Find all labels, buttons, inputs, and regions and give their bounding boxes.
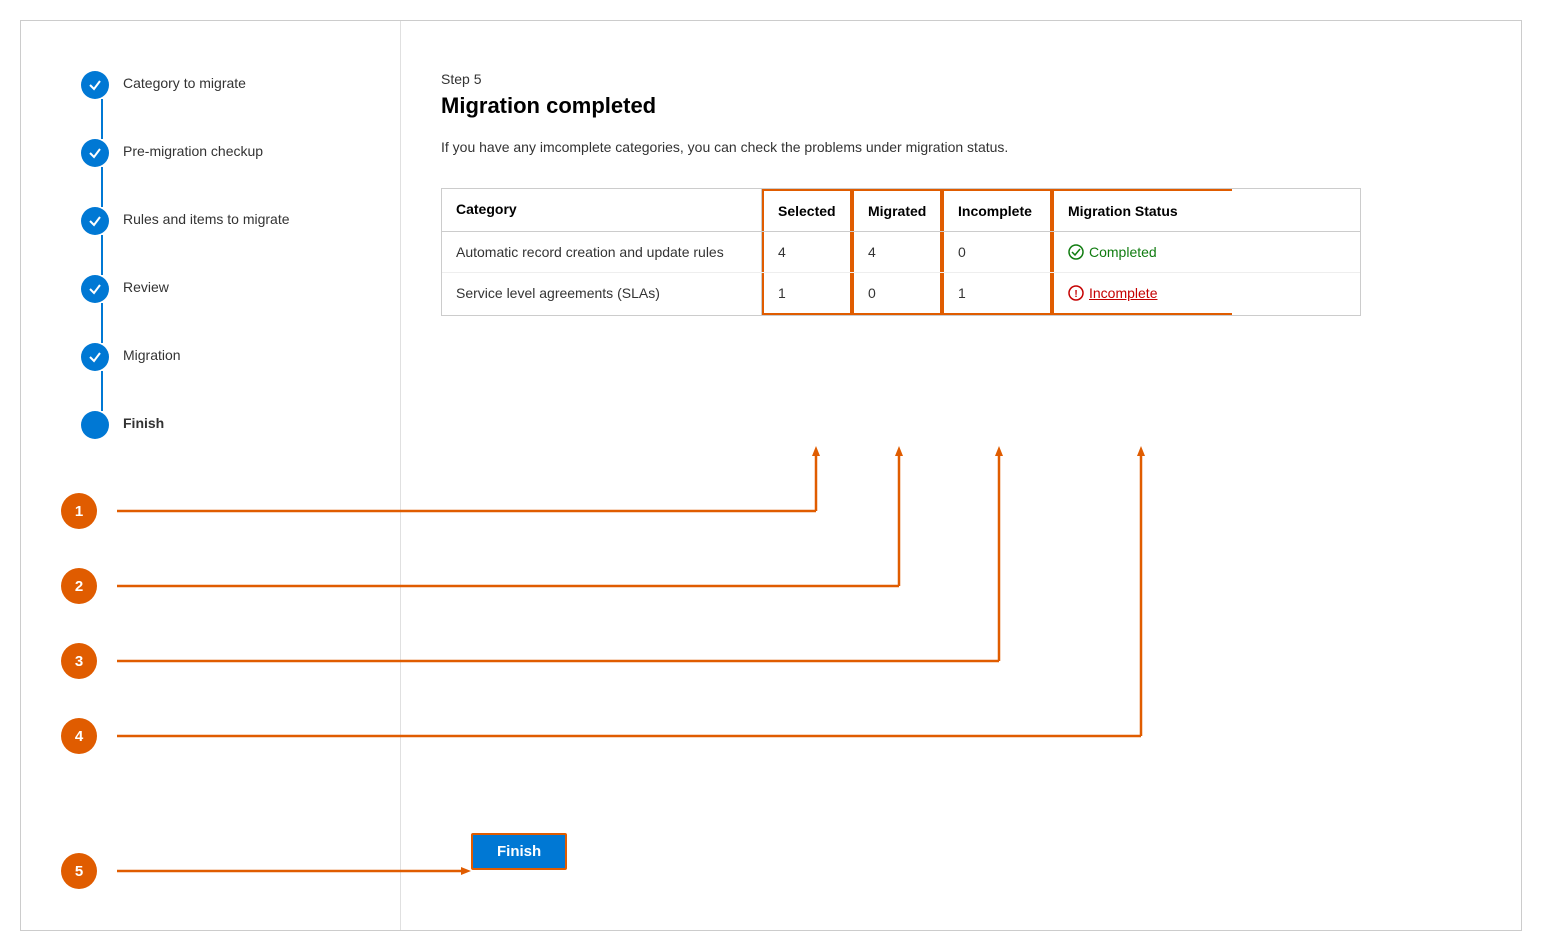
step-item-6: Finish bbox=[81, 411, 370, 439]
step-item-2: Pre-migration checkup bbox=[81, 139, 370, 207]
annotation-circle-4: 4 bbox=[61, 718, 97, 754]
col-header-incomplete: Incomplete bbox=[942, 189, 1052, 231]
annotation-circle-3: 3 bbox=[61, 643, 97, 679]
step-number: Step 5 bbox=[441, 71, 1481, 87]
step-item-4: Review bbox=[81, 275, 370, 343]
step-circle-1 bbox=[81, 71, 109, 99]
finish-button[interactable]: Finish bbox=[471, 833, 567, 870]
step-item-3: Rules and items to migrate bbox=[81, 207, 370, 275]
step-circle-5 bbox=[81, 343, 109, 371]
step-label-6: Finish bbox=[123, 411, 164, 431]
annotation-circle-2: 2 bbox=[61, 568, 97, 604]
step-item-1: Category to migrate bbox=[81, 71, 370, 139]
annotation-circle-5: 5 bbox=[61, 853, 97, 889]
cell-migrated-1: 4 bbox=[852, 232, 942, 272]
description: If you have any imcomplete categories, y… bbox=[441, 137, 1091, 158]
step-item-5: Migration bbox=[81, 343, 370, 411]
cell-selected-2: 1 bbox=[762, 273, 852, 315]
step-label-1: Category to migrate bbox=[123, 71, 246, 91]
status-completed-label: Completed bbox=[1089, 244, 1157, 260]
cell-category-2: Service level agreements (SLAs) bbox=[442, 273, 762, 315]
cell-category-1: Automatic record creation and update rul… bbox=[442, 232, 762, 272]
col-header-migrated: Migrated bbox=[852, 189, 942, 231]
annotation-circle-1: 1 bbox=[61, 493, 97, 529]
main-title: Migration completed bbox=[441, 93, 1481, 119]
step-circle-6 bbox=[81, 411, 109, 439]
status-completed-icon: Completed bbox=[1068, 244, 1218, 260]
cell-status-1: Completed bbox=[1052, 232, 1232, 272]
step-circle-2 bbox=[81, 139, 109, 167]
migration-table: Category Selected Migrated Incomplete Mi… bbox=[441, 188, 1361, 316]
col-header-category: Category bbox=[442, 189, 762, 231]
cell-incomplete-1: 0 bbox=[942, 232, 1052, 272]
table-header: Category Selected Migrated Incomplete Mi… bbox=[442, 189, 1360, 232]
main-content: Step 5 Migration completed If you have a… bbox=[401, 21, 1521, 930]
cell-status-2[interactable]: ! Incomplete bbox=[1052, 273, 1232, 315]
svg-text:!: ! bbox=[1074, 289, 1077, 300]
table-row: Service level agreements (SLAs) 1 0 1 ! … bbox=[442, 273, 1360, 315]
sidebar: Category to migrate Pre-migration checku… bbox=[21, 21, 401, 930]
col-header-status: Migration Status bbox=[1052, 189, 1232, 231]
table-row: Automatic record creation and update rul… bbox=[442, 232, 1360, 273]
step-label-4: Review bbox=[123, 275, 169, 295]
step-label-5: Migration bbox=[123, 343, 181, 363]
cell-incomplete-2: 1 bbox=[942, 273, 1052, 315]
cell-migrated-2: 0 bbox=[852, 273, 942, 315]
status-incomplete-label[interactable]: Incomplete bbox=[1089, 285, 1157, 301]
status-incomplete-link[interactable]: ! Incomplete bbox=[1068, 285, 1218, 301]
step-circle-4 bbox=[81, 275, 109, 303]
col-header-selected: Selected bbox=[762, 189, 852, 231]
step-label-2: Pre-migration checkup bbox=[123, 139, 263, 159]
cell-selected-1: 4 bbox=[762, 232, 852, 272]
step-circle-3 bbox=[81, 207, 109, 235]
step-label-3: Rules and items to migrate bbox=[123, 207, 290, 227]
